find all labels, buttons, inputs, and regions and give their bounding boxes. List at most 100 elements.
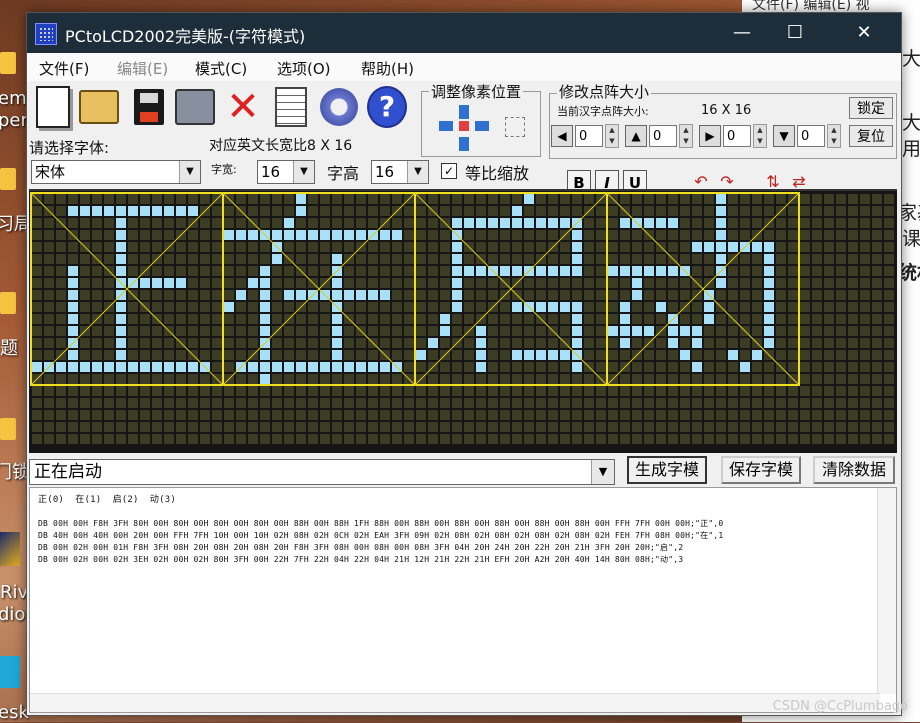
unlit-pixel[interactable] <box>176 254 186 264</box>
unlit-pixel[interactable] <box>416 326 426 336</box>
unlit-pixel[interactable] <box>176 302 186 312</box>
unlit-pixel[interactable] <box>248 194 258 204</box>
title-bar[interactable]: PCtoLCD2002完美版-(字符模式) — ☐ ✕ <box>27 13 901 53</box>
unlit-pixel[interactable] <box>800 206 810 216</box>
unlit-pixel[interactable] <box>200 350 210 360</box>
unlit-pixel[interactable] <box>740 434 750 444</box>
unlit-pixel[interactable] <box>500 194 510 204</box>
unlit-pixel[interactable] <box>452 374 462 384</box>
unlit-pixel[interactable] <box>848 254 858 264</box>
unlit-pixel[interactable] <box>428 374 438 384</box>
unlit-pixel[interactable] <box>152 374 162 384</box>
unlit-pixel[interactable] <box>80 230 90 240</box>
unlit-pixel[interactable] <box>572 290 582 300</box>
unlit-pixel[interactable] <box>200 194 210 204</box>
unlit-pixel[interactable] <box>92 386 102 396</box>
unlit-pixel[interactable] <box>164 374 174 384</box>
lit-pixel[interactable] <box>164 278 174 288</box>
unlit-pixel[interactable] <box>452 422 462 432</box>
unlit-pixel[interactable] <box>812 398 822 408</box>
unlit-pixel[interactable] <box>80 422 90 432</box>
lit-pixel[interactable] <box>332 362 342 372</box>
unlit-pixel[interactable] <box>224 254 234 264</box>
unlit-pixel[interactable] <box>236 302 246 312</box>
unlit-pixel[interactable] <box>296 386 306 396</box>
unlit-pixel[interactable] <box>680 386 690 396</box>
unlit-pixel[interactable] <box>872 422 882 432</box>
unlit-pixel[interactable] <box>116 422 126 432</box>
lit-pixel[interactable] <box>692 326 702 336</box>
unlit-pixel[interactable] <box>548 386 558 396</box>
unlit-pixel[interactable] <box>380 326 390 336</box>
unlit-pixel[interactable] <box>656 362 666 372</box>
unlit-pixel[interactable] <box>692 410 702 420</box>
unlit-pixel[interactable] <box>536 434 546 444</box>
unlit-pixel[interactable] <box>824 350 834 360</box>
unlit-pixel[interactable] <box>56 422 66 432</box>
lit-pixel[interactable] <box>500 218 510 228</box>
lit-pixel[interactable] <box>668 326 678 336</box>
unlit-pixel[interactable] <box>632 422 642 432</box>
unlit-pixel[interactable] <box>524 278 534 288</box>
new-file-button[interactable] <box>33 85 73 129</box>
lit-pixel[interactable] <box>572 302 582 312</box>
unlit-pixel[interactable] <box>80 302 90 312</box>
unlit-pixel[interactable] <box>548 230 558 240</box>
lit-pixel[interactable] <box>548 350 558 360</box>
unlit-pixel[interactable] <box>320 218 330 228</box>
unlit-pixel[interactable] <box>128 398 138 408</box>
unlit-pixel[interactable] <box>824 410 834 420</box>
unlit-pixel[interactable] <box>416 386 426 396</box>
unlit-pixel[interactable] <box>884 326 894 336</box>
lit-pixel[interactable] <box>116 302 126 312</box>
shrink-right-icon[interactable]: ▶ <box>699 125 721 147</box>
unlit-pixel[interactable] <box>788 254 798 264</box>
lit-pixel[interactable] <box>164 362 174 372</box>
unlit-pixel[interactable] <box>872 326 882 336</box>
lit-pixel[interactable] <box>356 290 366 300</box>
unlit-pixel[interactable] <box>836 434 846 444</box>
unlit-pixel[interactable] <box>860 422 870 432</box>
unlit-pixel[interactable] <box>32 218 42 228</box>
lit-pixel[interactable] <box>572 326 582 336</box>
unlit-pixel[interactable] <box>320 386 330 396</box>
notes-button[interactable] <box>271 85 311 129</box>
lit-pixel[interactable] <box>164 206 174 216</box>
unlit-pixel[interactable] <box>824 374 834 384</box>
unlit-pixel[interactable] <box>656 386 666 396</box>
unlit-pixel[interactable] <box>596 338 606 348</box>
lit-pixel[interactable] <box>68 290 78 300</box>
unlit-pixel[interactable] <box>236 218 246 228</box>
unlit-pixel[interactable] <box>272 302 282 312</box>
clear-data-button[interactable]: 清除数据 <box>813 456 895 484</box>
unlit-pixel[interactable] <box>800 194 810 204</box>
unlit-pixel[interactable] <box>272 422 282 432</box>
unlit-pixel[interactable] <box>884 338 894 348</box>
unlit-pixel[interactable] <box>632 194 642 204</box>
unlit-pixel[interactable] <box>308 314 318 324</box>
unlit-pixel[interactable] <box>764 230 774 240</box>
lit-pixel[interactable] <box>692 338 702 348</box>
unlit-pixel[interactable] <box>236 410 246 420</box>
unlit-pixel[interactable] <box>704 206 714 216</box>
unlit-pixel[interactable] <box>308 326 318 336</box>
unlit-pixel[interactable] <box>212 266 222 276</box>
unlit-pixel[interactable] <box>32 230 42 240</box>
unlit-pixel[interactable] <box>140 254 150 264</box>
size-spinner-1[interactable]: 0 <box>575 125 603 147</box>
unlit-pixel[interactable] <box>44 302 54 312</box>
unlit-pixel[interactable] <box>524 398 534 408</box>
unlit-pixel[interactable] <box>224 278 234 288</box>
unlit-pixel[interactable] <box>776 230 786 240</box>
unlit-pixel[interactable] <box>488 350 498 360</box>
unlit-pixel[interactable] <box>788 326 798 336</box>
lit-pixel[interactable] <box>500 266 510 276</box>
unlit-pixel[interactable] <box>884 410 894 420</box>
lit-pixel[interactable] <box>476 266 486 276</box>
unlit-pixel[interactable] <box>704 362 714 372</box>
lit-pixel[interactable] <box>68 278 78 288</box>
move-left-icon[interactable] <box>439 121 453 131</box>
unlit-pixel[interactable] <box>860 254 870 264</box>
unlit-pixel[interactable] <box>812 290 822 300</box>
unlit-pixel[interactable] <box>44 410 54 420</box>
